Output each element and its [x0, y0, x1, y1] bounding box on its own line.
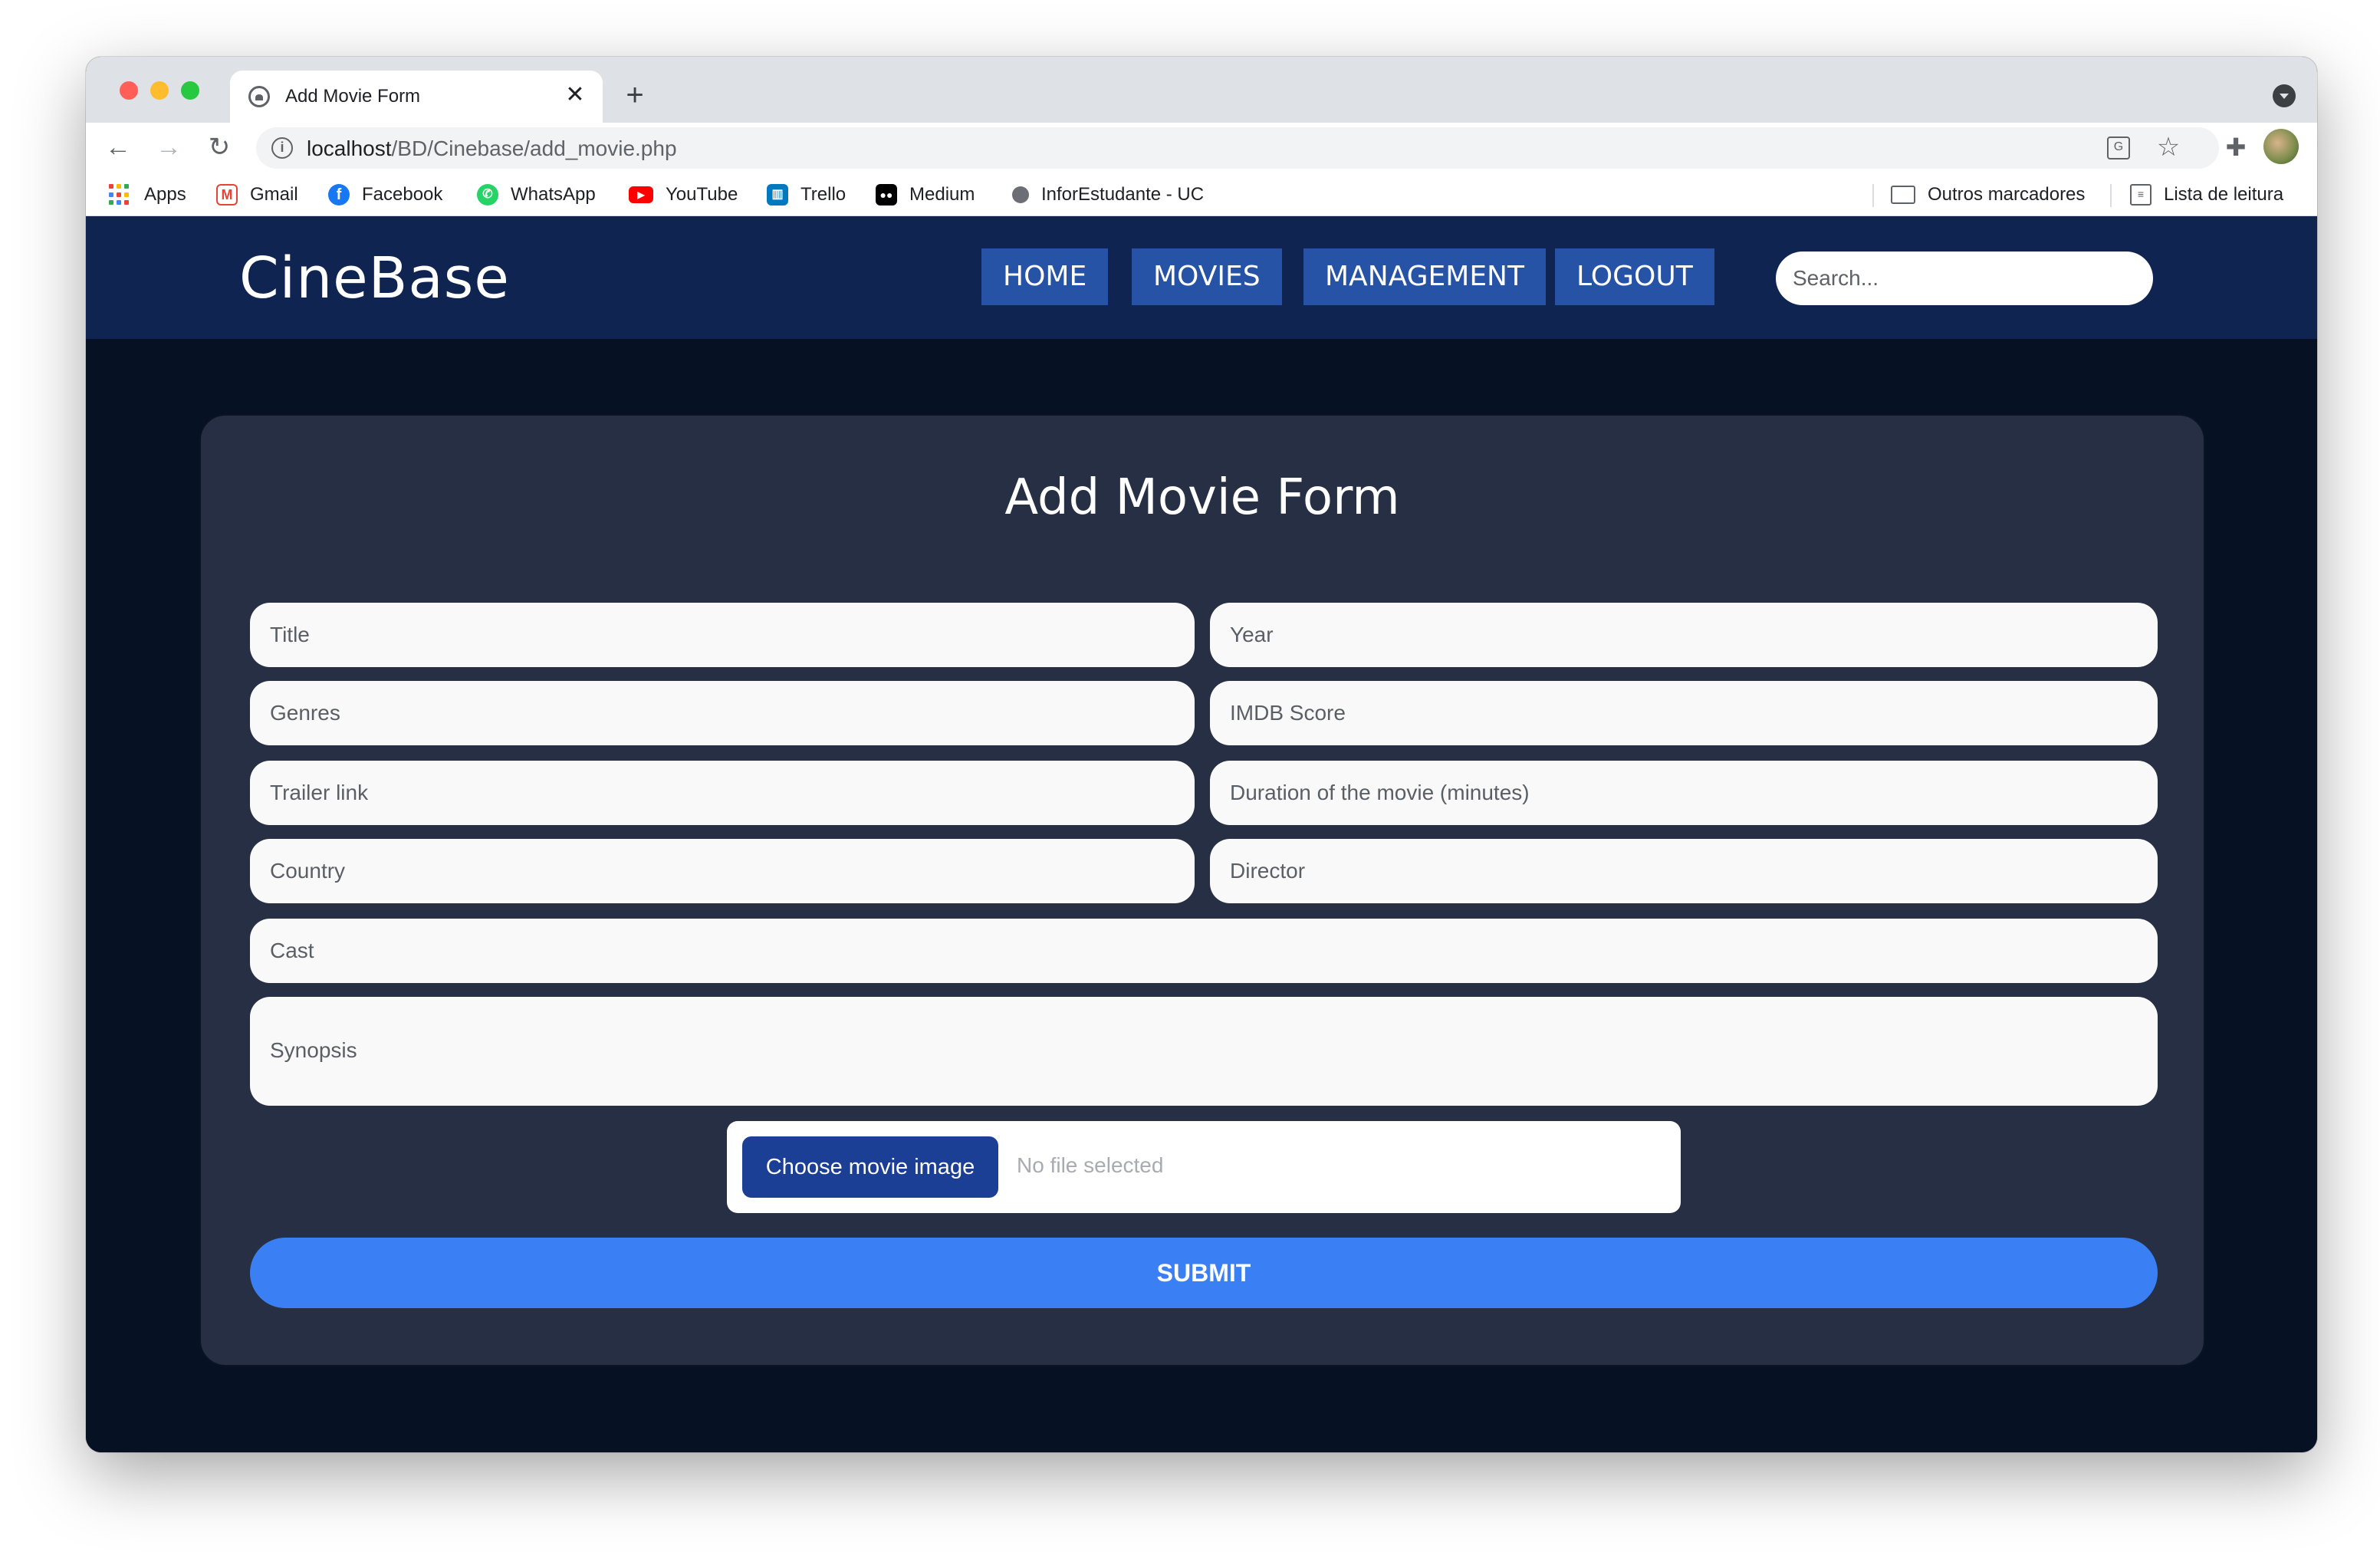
- url-text: localhost/BD/Cinebase/add_movie.php: [307, 136, 677, 160]
- form-title: Add Movie Form: [1004, 469, 1400, 526]
- duration-field[interactable]: [1210, 761, 2158, 825]
- imdb-score-field[interactable]: [1210, 681, 2158, 745]
- reading-list[interactable]: ≡ Lista de leitura: [2130, 181, 2283, 209]
- site-logo[interactable]: CineBase: [239, 245, 510, 311]
- maximize-window-button[interactable]: [181, 81, 199, 100]
- bookmark-gmail[interactable]: M Gmail: [216, 181, 298, 209]
- facebook-icon: f: [328, 184, 350, 206]
- bookmark-label: WhatsApp: [511, 184, 596, 205]
- bookmark-trello[interactable]: ▥ Trello: [767, 181, 846, 209]
- tab-search-icon[interactable]: [2273, 84, 2296, 107]
- medium-icon: ●●: [876, 184, 897, 206]
- choose-image-button[interactable]: Choose movie image: [742, 1136, 998, 1198]
- forward-arrow-icon[interactable]: →: [152, 130, 186, 164]
- bookmark-whatsapp[interactable]: ✆ WhatsApp: [477, 181, 596, 209]
- bookmark-other-folder[interactable]: Outros marcadores: [1891, 181, 2085, 209]
- youtube-icon: ▶: [629, 186, 653, 203]
- browser-toolbar: ← → ↻ i localhost/BD/Cinebase/add_movie.…: [86, 123, 2317, 173]
- bookmark-label: YouTube: [666, 184, 738, 205]
- trailer-link-field[interactable]: [250, 761, 1195, 825]
- gmail-icon: M: [216, 184, 238, 206]
- nav-logout[interactable]: LOGOUT: [1555, 248, 1714, 305]
- browser-window: Add Movie Form ✕ + ← → ↻ i localhost/BD/…: [86, 57, 2317, 1452]
- nav-home[interactable]: HOME: [981, 248, 1109, 305]
- apps-grid-icon: [109, 184, 130, 206]
- close-tab-icon[interactable]: ✕: [561, 81, 589, 109]
- bookmark-label: Medium: [909, 184, 975, 205]
- tab-title: Add Movie Form: [285, 86, 421, 107]
- bookmark-medium[interactable]: ●● Medium: [876, 181, 975, 209]
- file-input[interactable]: Choose movie image No file selected: [727, 1121, 1681, 1213]
- whatsapp-icon: ✆: [477, 184, 498, 206]
- add-movie-card: Add Movie Form Choose movie image No fil…: [199, 414, 2205, 1366]
- bookmark-facebook[interactable]: f Facebook: [328, 181, 442, 209]
- bookmark-separator: [2110, 184, 2112, 207]
- file-status-text: No file selected: [1017, 1153, 1164, 1177]
- title-field[interactable]: [250, 603, 1195, 667]
- director-field[interactable]: [1210, 839, 2158, 903]
- translate-icon[interactable]: G: [2107, 136, 2130, 159]
- country-field[interactable]: [250, 839, 1195, 903]
- bookmark-separator: [1872, 184, 1874, 207]
- search-input[interactable]: [1776, 252, 2153, 305]
- back-arrow-icon[interactable]: ←: [101, 130, 135, 164]
- browser-tab[interactable]: Add Movie Form ✕: [230, 71, 603, 123]
- cast-field[interactable]: [250, 919, 2158, 983]
- bookmark-apps[interactable]: Apps: [109, 181, 186, 209]
- reading-list-icon: ≡: [2130, 184, 2152, 206]
- folder-icon: [1891, 186, 1915, 204]
- tab-strip: Add Movie Form ✕ +: [86, 57, 2317, 123]
- bookmark-label: Facebook: [362, 184, 443, 205]
- submit-button[interactable]: SUBMIT: [250, 1238, 2158, 1308]
- globe-icon: [248, 86, 270, 107]
- bookmarks-bar: Apps M Gmail f Facebook ✆ WhatsApp ▶ You…: [86, 173, 2317, 216]
- extensions-puzzle-icon[interactable]: ✚: [2221, 132, 2251, 163]
- inforestudante-icon: [1012, 186, 1029, 203]
- minimize-window-button[interactable]: [150, 81, 169, 100]
- genres-field[interactable]: [250, 681, 1195, 745]
- bookmark-label: Outros marcadores: [1928, 184, 2086, 205]
- bookmark-label: Lista de leitura: [2164, 184, 2284, 205]
- bookmark-inforestudante[interactable]: InforEstudante - UC: [1012, 181, 1204, 209]
- address-bar[interactable]: i localhost/BD/Cinebase/add_movie.php G …: [256, 127, 2219, 169]
- nav-movies[interactable]: MOVIES: [1132, 248, 1282, 305]
- nav-management[interactable]: MANAGEMENT: [1303, 248, 1546, 305]
- page-content: CineBase HOME MOVIES MANAGEMENT LOGOUT A…: [86, 216, 2317, 1452]
- site-info-icon[interactable]: i: [271, 137, 293, 159]
- synopsis-field[interactable]: [250, 997, 2158, 1106]
- trello-icon: ▥: [767, 184, 788, 206]
- new-tab-button[interactable]: +: [620, 80, 650, 110]
- menu-kebab-icon[interactable]: ⋮: [2309, 130, 2317, 164]
- reload-icon[interactable]: ↻: [202, 130, 236, 164]
- bookmark-youtube[interactable]: ▶ YouTube: [629, 181, 738, 209]
- site-header: CineBase HOME MOVIES MANAGEMENT LOGOUT: [86, 216, 2317, 339]
- bookmark-label: Trello: [800, 184, 846, 205]
- profile-avatar[interactable]: [2263, 129, 2299, 164]
- close-window-button[interactable]: [120, 81, 138, 100]
- bookmark-label: Gmail: [250, 184, 298, 205]
- bookmark-label: Apps: [144, 184, 186, 205]
- bookmark-label: InforEstudante - UC: [1041, 184, 1205, 205]
- year-field[interactable]: [1210, 603, 2158, 667]
- bookmark-star-icon[interactable]: ☆: [2153, 132, 2184, 163]
